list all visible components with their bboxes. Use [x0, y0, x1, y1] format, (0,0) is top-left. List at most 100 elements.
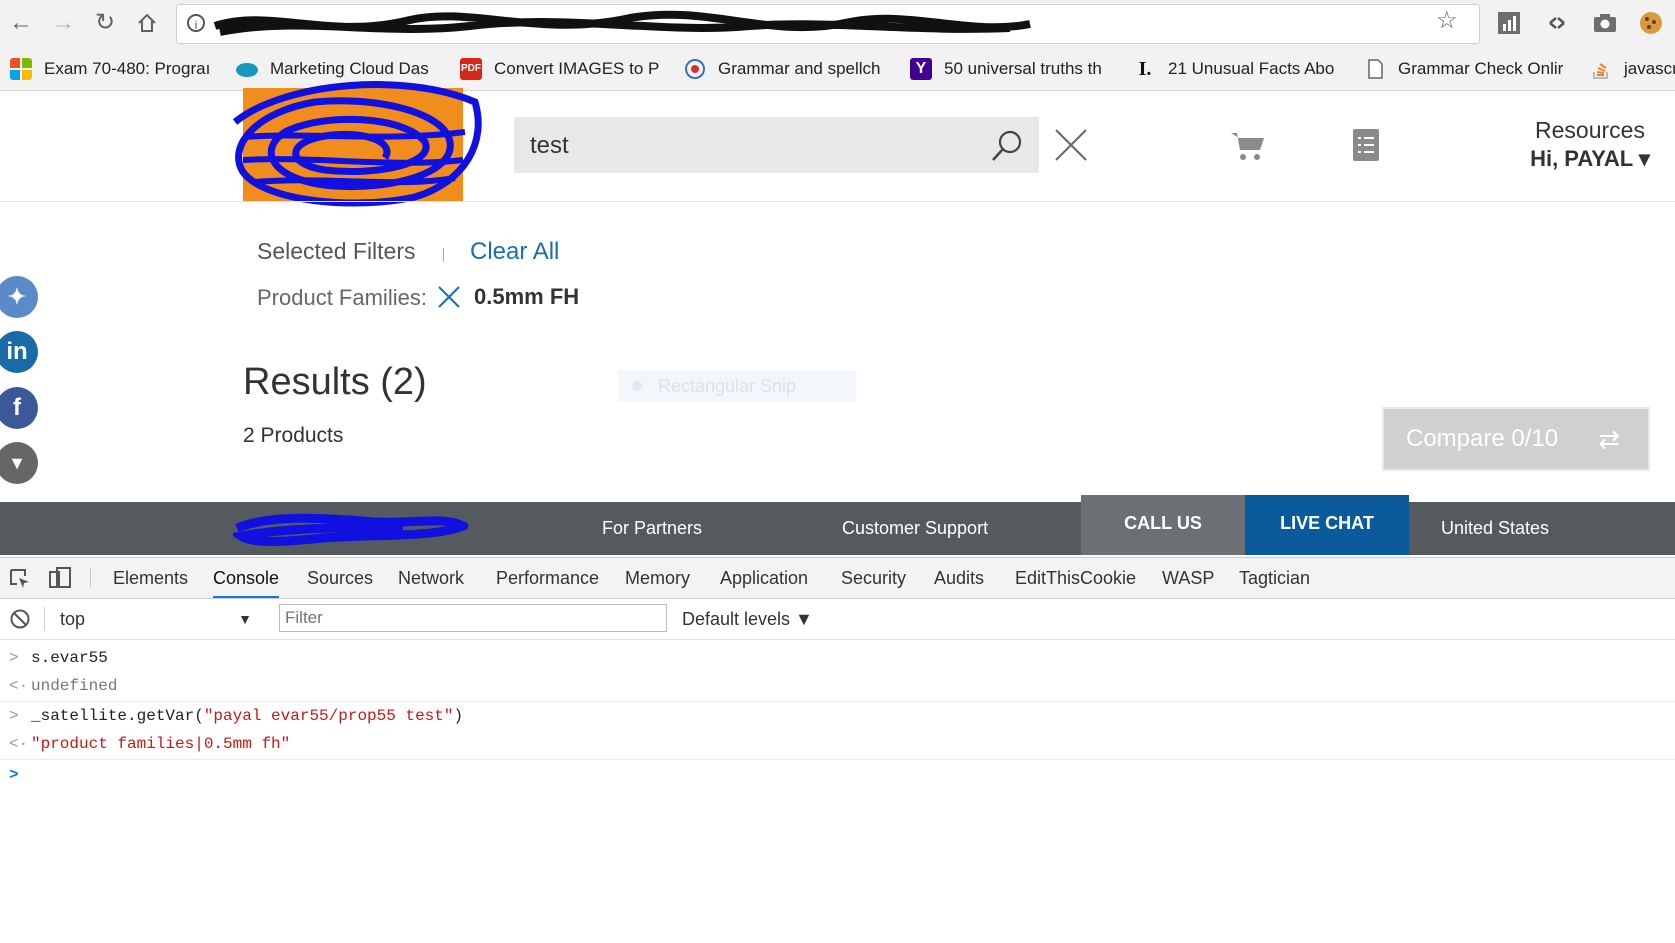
remove-filter-icon[interactable] — [437, 285, 461, 309]
clear-all-link[interactable]: Clear All — [470, 238, 559, 266]
context-select[interactable]: top ▼ — [52, 607, 252, 631]
filter-value: 0.5mm FH — [474, 284, 580, 309]
divider — [0, 759, 1675, 760]
tab-editthiscookie[interactable]: EditThisCookie — [1015, 558, 1136, 598]
devtools-panel: Elements Console Sources Network Perform… — [0, 557, 1675, 943]
tab-wasp[interactable]: WASP — [1162, 558, 1214, 598]
cart-icon[interactable] — [1230, 130, 1266, 162]
command-string-arg: "payal evar55/prop55 test" — [203, 707, 454, 725]
country-selector[interactable]: United States — [1441, 502, 1549, 555]
forward-icon[interactable]: → — [46, 6, 80, 40]
console-result: "product families|0.5mm fh" — [31, 735, 291, 753]
bookmark-item[interactable]: I. 21 Unusual Facts Abo — [1134, 50, 1335, 88]
clear-console-icon[interactable] — [9, 608, 31, 630]
console-input-row: > s.evar55 — [0, 644, 1675, 672]
resources-menu[interactable]: Resources — [1500, 117, 1675, 144]
document-icon — [1368, 59, 1383, 79]
redaction-scribble — [233, 513, 468, 546]
tab-network[interactable]: Network — [398, 558, 464, 598]
bookmark-item[interactable]: Y 50 universal truths th — [910, 50, 1102, 88]
tab-performance[interactable]: Performance — [496, 558, 599, 598]
snip-label: Rectangular Snip — [658, 376, 797, 396]
inspect-element-icon[interactable] — [8, 567, 32, 591]
snip-dot-icon — [632, 381, 642, 391]
dropdown-arrow-icon: ▼ — [238, 611, 252, 627]
tab-security[interactable]: Security — [841, 558, 906, 598]
more-share-icon[interactable]: ▼ — [0, 442, 38, 484]
yahoo-icon: Y — [910, 58, 932, 80]
search-icon[interactable] — [990, 129, 1024, 163]
console-toolbar: top ▼ Default levels ▼ — [0, 599, 1675, 640]
linkedin-icon[interactable]: in — [0, 331, 38, 373]
site-info-icon[interactable]: i — [187, 14, 205, 32]
tab-memory[interactable]: Memory — [625, 558, 690, 598]
tab-application[interactable]: Application — [720, 558, 808, 598]
bookmark-item[interactable]: javascr — [1590, 50, 1675, 88]
cookie-extension-icon[interactable] — [1638, 10, 1664, 36]
bookmark-label: Grammar and spellch — [718, 59, 881, 78]
bookmark-star-icon[interactable]: ☆ — [1436, 6, 1458, 35]
reload-icon[interactable]: ↻ — [88, 6, 122, 40]
device-toolbar-icon[interactable] — [48, 566, 72, 590]
bookmark-label: Convert IMAGES to P — [494, 59, 660, 78]
bookmark-label: Exam 70-480: Prograı — [44, 59, 211, 78]
bookmark-label: javascr — [1624, 59, 1675, 78]
console-command: _satellite.getVar("payal evar55/prop55 t… — [31, 702, 463, 730]
result-arrow-icon: <· — [9, 735, 29, 753]
devtools-tabbar: Elements Console Sources Network Perform… — [0, 558, 1675, 599]
log-levels-dropdown[interactable]: Default levels ▼ — [682, 607, 813, 631]
products-count: 2 Products — [243, 424, 344, 447]
live-chat-button[interactable]: LIVE CHAT — [1245, 495, 1409, 555]
checklist-icon[interactable] — [1352, 128, 1380, 162]
bookmark-item[interactable]: Exam 70-480: Prograı — [10, 50, 210, 88]
user-menu[interactable]: Hi, PAYAL ▾ — [1500, 146, 1675, 172]
logo-redaction-scribble — [232, 81, 482, 207]
bookmark-label: Grammar Check Onlir — [1398, 59, 1564, 78]
for-partners-link[interactable]: For Partners — [602, 502, 702, 555]
analytics-extension-icon[interactable] — [1496, 10, 1522, 36]
console-prompt-row[interactable]: > — [0, 761, 1675, 789]
code-extension-icon[interactable] — [1544, 10, 1570, 36]
console-result: undefined — [31, 677, 118, 695]
search-input[interactable] — [528, 117, 972, 175]
divider — [90, 568, 91, 588]
snip-tool-badge: Rectangular Snip — [618, 370, 856, 402]
back-icon[interactable]: ← — [4, 6, 38, 40]
tab-audits[interactable]: Audits — [934, 558, 984, 598]
divider — [443, 248, 444, 262]
prompt-chevron-icon: > — [9, 766, 19, 784]
compare-label: Compare 0/10 — [1406, 425, 1559, 452]
chevron-right-icon: > — [9, 707, 19, 725]
bookmark-label: 21 Unusual Facts Abo — [1168, 59, 1335, 78]
swap-arrows-icon: ⇄ — [1598, 424, 1620, 454]
bookmark-label: 50 universal truths th — [944, 59, 1102, 78]
call-us-button[interactable]: CALL US — [1081, 495, 1245, 555]
camera-extension-icon[interactable] — [1592, 10, 1618, 36]
facebook-icon[interactable]: f — [0, 387, 38, 429]
windows-icon — [10, 58, 32, 80]
divider — [44, 607, 45, 631]
console-result-row: <· undefined — [0, 672, 1675, 700]
tab-elements[interactable]: Elements — [113, 558, 188, 598]
home-icon[interactable] — [130, 6, 164, 40]
tab-sources[interactable]: Sources — [307, 558, 373, 598]
bookmark-item[interactable]: Grammar Check Onlir — [1364, 50, 1563, 88]
bookmark-item[interactable]: Grammar and spellch — [684, 50, 881, 88]
command-text: ) — [453, 707, 464, 725]
tab-console[interactable]: Console — [213, 558, 280, 598]
compare-button[interactable]: Compare 0/10 ⇄ — [1382, 407, 1650, 471]
console-command: s.evar55 — [31, 649, 108, 667]
results-title: Results (2) — [243, 361, 427, 403]
tab-tagtician[interactable]: Tagtician — [1239, 558, 1310, 598]
console-filter-input[interactable] — [279, 604, 667, 632]
chevron-right-icon: > — [9, 649, 19, 667]
twitter-icon[interactable]: ✦ — [0, 276, 38, 318]
grammar-icon — [685, 59, 705, 79]
console-result-row: <· "product families|0.5mm fh" — [0, 730, 1675, 758]
close-icon[interactable] — [1054, 128, 1088, 162]
command-text: _satellite.getVar( — [31, 707, 204, 725]
context-value: top — [60, 609, 86, 629]
selected-filters-title: Selected Filters — [257, 238, 416, 264]
customer-support-link[interactable]: Customer Support — [842, 502, 988, 555]
filter-label: Product Families: — [257, 285, 427, 310]
